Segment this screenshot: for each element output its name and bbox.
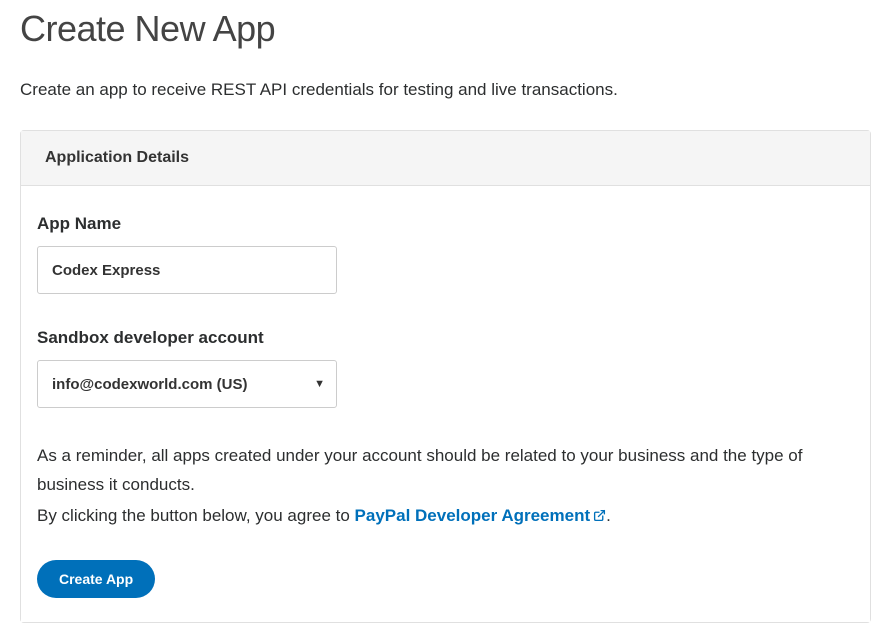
panel-header: Application Details [21, 131, 870, 186]
sandbox-account-select[interactable]: info@codexworld.com (US) [37, 360, 337, 408]
reminder-text: As a reminder, all apps created under yo… [37, 442, 854, 500]
app-name-input[interactable] [37, 246, 337, 294]
create-app-button[interactable]: Create App [37, 560, 155, 598]
agreement-prefix: By clicking the button below, you agree … [37, 506, 355, 525]
agreement-text: By clicking the button below, you agree … [37, 502, 854, 532]
sandbox-account-label: Sandbox developer account [37, 328, 854, 348]
page-subtitle: Create an app to receive REST API creden… [20, 80, 871, 100]
developer-agreement-link[interactable]: PayPal Developer Agreement [355, 506, 607, 525]
panel-body: App Name Sandbox developer account info@… [21, 186, 870, 622]
page-title: Create New App [20, 8, 871, 50]
app-name-label: App Name [37, 214, 854, 234]
agreement-suffix: . [606, 506, 611, 525]
external-link-icon [593, 503, 606, 532]
app-name-group: App Name [37, 214, 854, 294]
application-details-panel: Application Details App Name Sandbox dev… [20, 130, 871, 623]
sandbox-account-group: Sandbox developer account info@codexworl… [37, 328, 854, 408]
